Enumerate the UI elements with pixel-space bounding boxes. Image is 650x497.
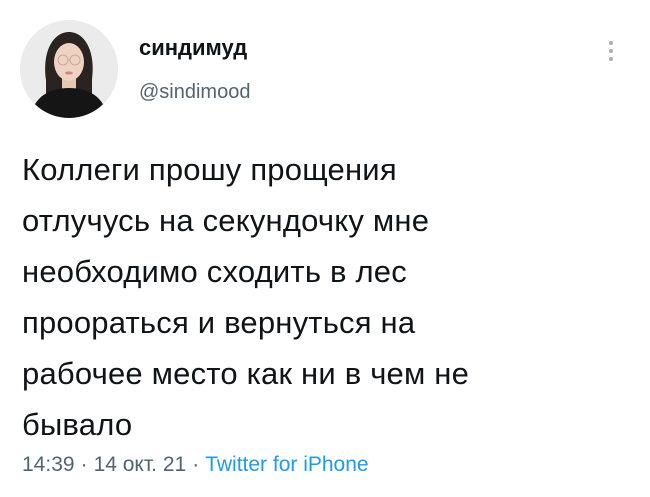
meta-separator: · (192, 453, 200, 476)
tweet-meta: 14:39 · 14 окт. 21 · Twitter for iPhone (22, 453, 369, 477)
avatar[interactable] (20, 20, 118, 118)
user-handle[interactable]: @sindimood (139, 81, 250, 104)
tweet-time[interactable]: 14:39 (22, 453, 75, 476)
more-vertical-icon[interactable] (598, 34, 624, 68)
more-dot (609, 57, 613, 61)
avatar-photo (20, 20, 118, 118)
tweet-text: Коллеги прошу прощения отлучусь на секун… (22, 152, 470, 442)
tweet-source-link[interactable]: Twitter for iPhone (205, 453, 368, 476)
meta-separator: · (80, 453, 88, 476)
more-dot (609, 49, 613, 53)
tweet-card: синдимуд @sindimood Коллеги прошу прощен… (0, 0, 650, 497)
tweet-date[interactable]: 14 окт. 21 (94, 453, 187, 476)
user-display-name[interactable]: синдимуд (139, 35, 247, 61)
more-dot (609, 41, 613, 45)
